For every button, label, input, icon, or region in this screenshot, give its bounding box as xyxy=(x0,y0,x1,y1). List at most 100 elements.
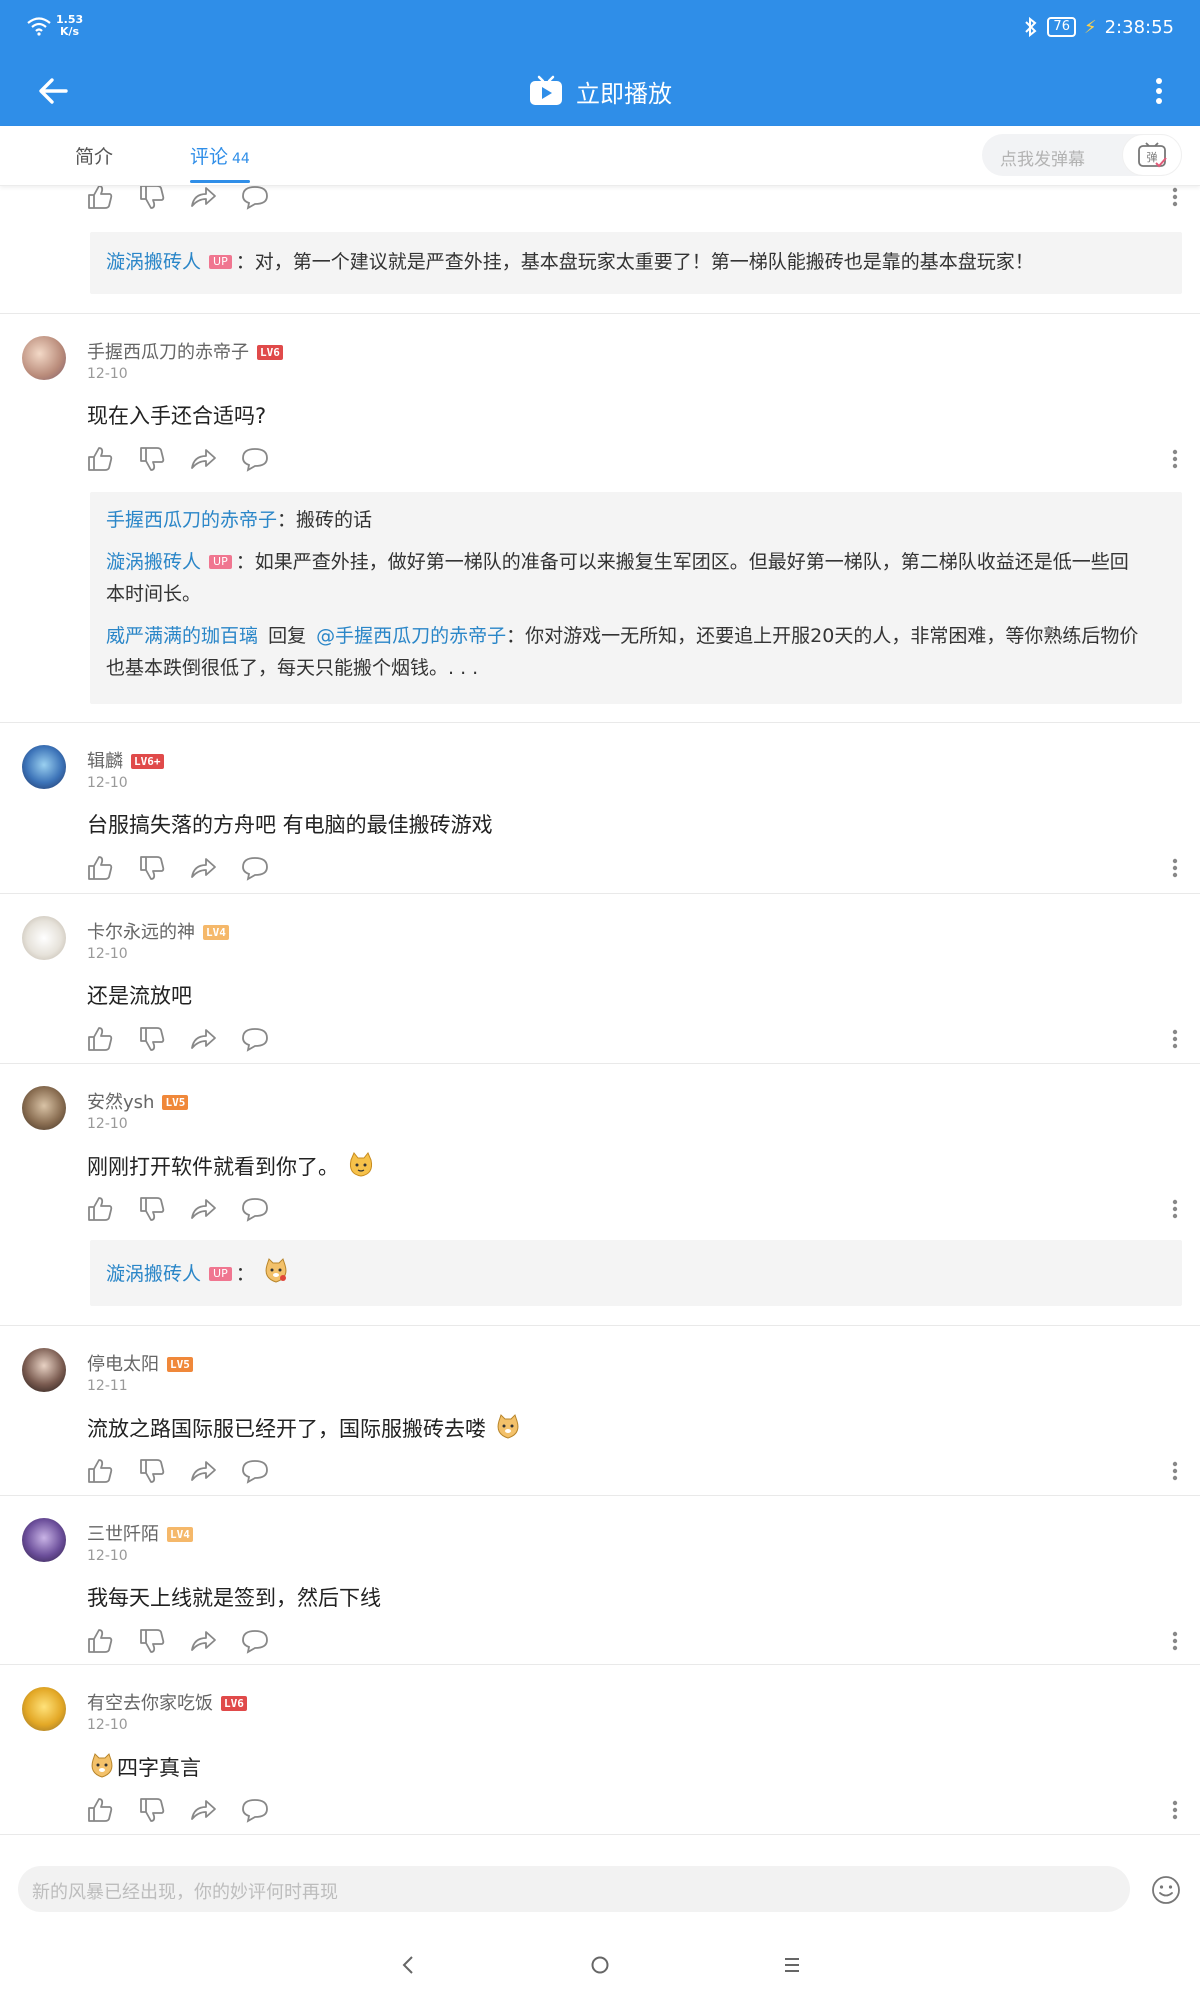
comment-username[interactable]: 停电太阳 LV5 xyxy=(87,1350,193,1376)
reply-text: ：你对游戏一无所知，还要追上开服20天的人，非常困难，等你熟练后物价也基本跌倒很… xyxy=(106,625,1139,679)
comment-text: 流放之路国际服已经开了，国际服搬砖去喽 xyxy=(87,1412,523,1443)
level-badge: LV4 xyxy=(203,925,229,940)
dislike-icon[interactable] xyxy=(137,182,167,212)
like-icon[interactable] xyxy=(85,853,115,883)
comment-count: 44 xyxy=(232,151,250,167)
reply-line: 漩涡搬砖人 UP： xyxy=(106,1256,1142,1290)
comment-more-icon[interactable] xyxy=(1165,444,1185,474)
comment-item: 有空去你家吃饭 LV6 12-10 四字真言 xyxy=(0,1665,1200,1833)
reply-icon[interactable] xyxy=(240,1024,270,1054)
more-options-icon[interactable] xyxy=(1144,71,1174,111)
reply-author[interactable]: 手握西瓜刀的赤帝子 xyxy=(106,509,277,531)
comment-username[interactable]: 安然ysh LV5 xyxy=(87,1088,189,1114)
avatar[interactable] xyxy=(22,916,66,960)
share-icon[interactable] xyxy=(188,444,218,474)
level-badge: LV4 xyxy=(167,1527,193,1542)
reply-text: 搬砖的话 xyxy=(296,509,373,531)
comment-date: 12-10 xyxy=(87,1717,128,1733)
nav-home-icon[interactable] xyxy=(582,1950,618,1980)
comment-input[interactable]: 新的风暴已经出现，你的妙评何时再现 xyxy=(18,1866,1130,1912)
reply-author[interactable]: 漩涡搬砖人 xyxy=(106,251,201,273)
share-icon[interactable] xyxy=(188,853,218,883)
reply-icon[interactable] xyxy=(240,444,270,474)
comment-more-icon[interactable] xyxy=(1165,1626,1185,1656)
reply-author[interactable]: 漩涡搬砖人 xyxy=(106,551,201,573)
comment-more-icon[interactable] xyxy=(1165,1194,1185,1224)
reply-icon[interactable] xyxy=(240,1194,270,1224)
reply-icon[interactable] xyxy=(240,1456,270,1486)
battery-indicator: 76 xyxy=(1047,17,1076,37)
comment-more-icon[interactable] xyxy=(1165,853,1185,883)
dislike-icon[interactable] xyxy=(137,1194,167,1224)
comment-username[interactable]: 手握西瓜刀的赤帝子 LV6 xyxy=(87,338,283,364)
avatar[interactable] xyxy=(22,1086,66,1130)
share-icon[interactable] xyxy=(188,182,218,212)
reply-box[interactable]: 漩涡搬砖人 UP ：对，第一个建议就是严查外挂，基本盘玩家太重要了！第一梯队能搬砖也… xyxy=(90,232,1182,294)
comment-more-icon[interactable] xyxy=(1165,1024,1185,1054)
comment-item: 辑麟 LV6+ 12-10 台服搞失落的方舟吧 有电脑的最佳搬砖游戏 xyxy=(0,723,1200,893)
doge-emoji-icon xyxy=(91,1753,113,1778)
comment-item: 停电太阳 LV5 12-11 流放之路国际服已经开了，国际服搬砖去喽 xyxy=(0,1326,1200,1495)
comment-more-icon[interactable] xyxy=(1165,182,1185,212)
dislike-icon[interactable] xyxy=(137,1626,167,1656)
comment-more-icon[interactable] xyxy=(1165,1456,1185,1486)
comment-username[interactable]: 有空去你家吃饭 LV6 xyxy=(87,1689,247,1715)
like-icon[interactable] xyxy=(85,1456,115,1486)
comment-actions xyxy=(85,182,1185,212)
comment-item: 安然ysh LV5 12-10 刚刚打开软件就看到你了。 漩涡搬砖人 UP： xyxy=(0,1064,1200,1325)
danmaku-tv-icon: 弹 xyxy=(1138,142,1167,168)
tab-intro[interactable]: 简介 xyxy=(75,142,113,169)
reply-author[interactable]: 威严满满的珈百璃 xyxy=(106,625,258,647)
comment-text: 我每天上线就是签到，然后下线 xyxy=(87,1586,381,1610)
comment-date: 12-10 xyxy=(87,366,128,382)
dislike-icon[interactable] xyxy=(137,444,167,474)
avatar[interactable] xyxy=(22,336,66,380)
nav-menu-icon[interactable] xyxy=(774,1950,810,1980)
like-icon[interactable] xyxy=(85,1024,115,1054)
play-now-button[interactable]: 立即播放 xyxy=(0,71,1200,111)
comment-username[interactable]: 三世阡陌 LV4 xyxy=(87,1520,193,1546)
share-icon[interactable] xyxy=(188,1024,218,1054)
comment-username[interactable]: 卡尔永远的神 LV4 xyxy=(87,918,229,944)
avatar[interactable] xyxy=(22,1687,66,1731)
reply-icon[interactable] xyxy=(240,853,270,883)
comment-actions xyxy=(85,1194,1185,1224)
avatar[interactable] xyxy=(22,745,66,789)
like-icon[interactable] xyxy=(85,444,115,474)
dislike-icon[interactable] xyxy=(137,1795,167,1825)
tab-comments[interactable]: 评论 44 xyxy=(190,142,250,169)
reply-icon[interactable] xyxy=(240,182,270,212)
comment-actions xyxy=(85,1456,1185,1486)
reply-box[interactable]: 漩涡搬砖人 UP： xyxy=(90,1240,1182,1306)
share-icon[interactable] xyxy=(188,1194,218,1224)
share-icon[interactable] xyxy=(188,1795,218,1825)
like-icon[interactable] xyxy=(85,1795,115,1825)
reply-line: 漩涡搬砖人 UP ：对，第一个建议就是严查外挂，基本盘玩家太重要了！第一梯队能搬砖也… xyxy=(106,251,1034,273)
reply-box[interactable]: 手握西瓜刀的赤帝子：搬砖的话 漩涡搬砖人 UP ：如果严查外挂，做好第一梯队的准备可… xyxy=(90,492,1182,704)
danmaku-input[interactable]: 点我发弹幕 弹 xyxy=(982,134,1182,176)
like-icon[interactable] xyxy=(85,182,115,212)
system-nav-bar xyxy=(0,1930,1200,2000)
share-icon[interactable] xyxy=(188,1456,218,1486)
comment-username[interactable]: 辑麟 LV6+ xyxy=(87,747,164,773)
avatar[interactable] xyxy=(22,1348,66,1392)
share-icon[interactable] xyxy=(188,1626,218,1656)
reply-mention[interactable]: @手握西瓜刀的赤帝子 xyxy=(316,625,506,647)
reply-icon[interactable] xyxy=(240,1626,270,1656)
comment-date: 12-11 xyxy=(87,1378,128,1394)
comment-text: 四字真言 xyxy=(87,1751,201,1782)
dislike-icon[interactable] xyxy=(137,1024,167,1054)
comment-more-icon[interactable] xyxy=(1165,1795,1185,1825)
dislike-icon[interactable] xyxy=(137,853,167,883)
comment-input-placeholder: 新的风暴已经出现，你的妙评何时再现 xyxy=(32,1882,338,1903)
nav-back-icon[interactable] xyxy=(390,1950,426,1980)
tab-bar: 简介 评论 44 点我发弹幕 弹 xyxy=(0,126,1200,186)
reply-icon[interactable] xyxy=(240,1795,270,1825)
emoji-picker-icon[interactable] xyxy=(1150,1874,1182,1906)
dislike-icon[interactable] xyxy=(137,1456,167,1486)
reply-author[interactable]: 漩涡搬砖人 xyxy=(106,1263,201,1285)
avatar[interactable] xyxy=(22,1518,66,1562)
danmaku-toggle-button[interactable]: 弹 xyxy=(1122,134,1182,176)
like-icon[interactable] xyxy=(85,1626,115,1656)
like-icon[interactable] xyxy=(85,1194,115,1224)
